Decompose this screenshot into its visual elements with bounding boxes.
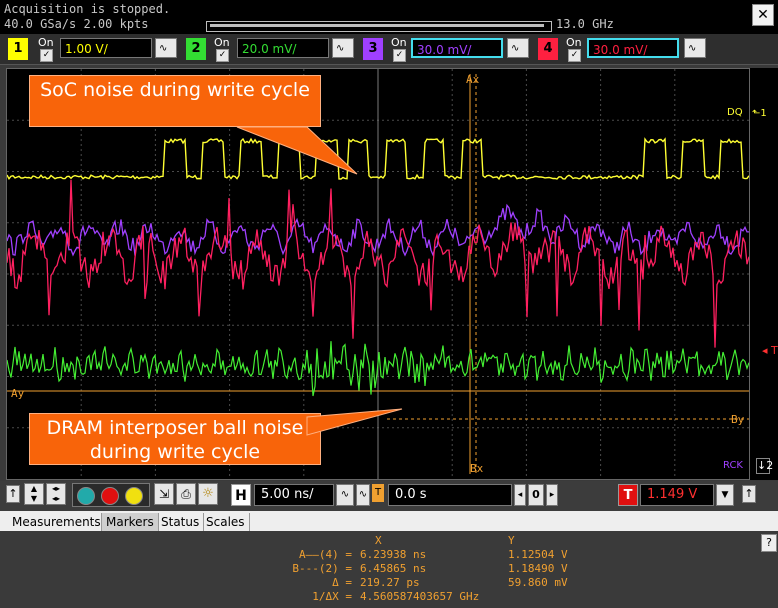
channel-3-wave-icon[interactable]: ∿: [507, 38, 529, 58]
delay-icon[interactable]: T: [372, 484, 384, 502]
close-icon[interactable]: ✕: [752, 4, 774, 26]
horizontal-nav[interactable]: ◂▸ ◂▸: [46, 483, 66, 505]
trigger-level-down-icon[interactable]: ▼: [716, 484, 734, 506]
channel-4-scale[interactable]: 30.0 mV/: [587, 38, 679, 58]
channel-3-scale[interactable]: 30.0 mV/: [411, 38, 503, 58]
tab-scales[interactable]: Scales: [202, 513, 250, 531]
bandwidth-fill: [210, 24, 544, 27]
run-controls: [72, 483, 150, 507]
channel-2-scale[interactable]: 20.0 mV/: [237, 38, 329, 58]
bandwidth-bar: [206, 21, 552, 32]
channel-3-checkbox[interactable]: ✓: [393, 49, 406, 62]
channel-1-checkbox[interactable]: ✓: [40, 49, 53, 62]
timebase-wave-icon[interactable]: ∿: [336, 484, 354, 506]
horizontal-label[interactable]: H: [231, 484, 251, 506]
control-bar: ↑ ▲ ▼ ◂▸ ◂▸ ⇲ ⎙ ☼ H 5.00 ns/ ∿ ∿ T 0.0 s…: [0, 481, 778, 511]
status-bar: Acquisition is stopped. 40.0 GSa/s 2.00 …: [0, 0, 778, 34]
channel-1-wave-icon[interactable]: ∿: [155, 38, 177, 58]
marker-b-label: B---(2) =: [292, 562, 352, 575]
marker-a-label: A——(4) =: [299, 548, 352, 561]
marker-a-y: 1.12504 V: [508, 548, 568, 561]
trigger-level-label: T: [771, 344, 778, 357]
marker-ax-label[interactable]: Ax: [466, 73, 479, 86]
marker-a-x: 6.23938 ns: [360, 548, 427, 561]
marker-by-label[interactable]: By: [731, 413, 744, 426]
ref-icon[interactable]: ↓2: [756, 458, 773, 474]
channel-row: 1 On ✓ 1.00 V/ ∿ 2 On ✓ 20.0 mV/ ∿ 3 On …: [0, 34, 778, 65]
marker-delta-label: Δ =: [332, 576, 352, 589]
timebase-scale[interactable]: 5.00 ns/: [254, 484, 334, 506]
nav-right-icon[interactable]: ◂▸: [47, 494, 65, 504]
channel-1-on-label: On: [38, 36, 54, 49]
timebase-ctrl-icon[interactable]: ∿: [356, 484, 370, 506]
channel-1-button[interactable]: 1: [8, 38, 28, 60]
ch1-level-icon[interactable]: ⬑1: [752, 108, 767, 119]
channel-4-checkbox[interactable]: ✓: [568, 49, 581, 62]
print-icon[interactable]: ⎙: [176, 483, 196, 505]
nav-up-icon[interactable]: ▲: [25, 484, 43, 494]
callout-dram-noise: DRAM interposer ball noise during write …: [29, 413, 321, 465]
tab-measurements[interactable]: Measurements: [8, 513, 106, 531]
right-sidebar: ⬑1 ◂ T ↓2: [750, 68, 778, 480]
acquisition-status: Acquisition is stopped.: [4, 2, 171, 16]
position-left-icon[interactable]: ◂: [514, 484, 526, 506]
channel-1-scale[interactable]: 1.00 V/: [60, 38, 152, 58]
markers-panel: X Y A——(4) = 6.23938 ns 1.12504 V B---(2…: [0, 531, 778, 608]
marker-b-x: 6.45865 ns: [360, 562, 427, 575]
trigger-level-icon[interactable]: ◂ T: [762, 344, 778, 357]
trigger-icon[interactable]: T: [618, 484, 638, 506]
tab-markers[interactable]: Markers: [101, 513, 159, 531]
marker-delta-x: 219.27 ps: [360, 576, 420, 589]
markers-header-x: X: [375, 534, 382, 547]
channel-2-on-label: On: [214, 36, 230, 49]
help-icon[interactable]: ?: [761, 534, 777, 552]
marker-b-y: 1.18490 V: [508, 562, 568, 575]
trigger-level[interactable]: 1.149 V: [640, 484, 714, 506]
channel-3-button[interactable]: 3: [363, 38, 383, 60]
waveform-display[interactable]: Ax Bx Ay By DQ RCK SoC noise during writ…: [6, 68, 750, 480]
trace-label-dq: DQ: [727, 107, 743, 118]
scroll-up-icon[interactable]: ↑: [6, 485, 20, 503]
expand-up-icon[interactable]: ↑: [742, 485, 756, 503]
position-zero[interactable]: 0: [528, 484, 544, 506]
single-button-icon[interactable]: [125, 487, 143, 505]
marker-bx-label[interactable]: Bx: [470, 462, 483, 475]
nav-left-icon[interactable]: ◂▸: [47, 484, 65, 494]
channel-2-checkbox[interactable]: ✓: [216, 49, 229, 62]
callout-soc-noise: SoC noise during write cycle: [29, 75, 321, 127]
tab-status[interactable]: Status: [157, 513, 205, 531]
bandwidth-value: 13.0 GHz: [556, 17, 614, 31]
channel-4-button[interactable]: 4: [538, 38, 558, 60]
run-button-icon[interactable]: [77, 487, 95, 505]
marker-delta-y: 59.860 mV: [508, 576, 568, 589]
marker-inv-x: 4.560587403657 GHz: [360, 590, 480, 603]
channel-3-on-label: On: [391, 36, 407, 49]
channel-2-button[interactable]: 2: [186, 38, 206, 60]
marker-inv-label: 1/ΔX =: [312, 590, 352, 603]
channel-4-wave-icon[interactable]: ∿: [684, 38, 706, 58]
horizontal-position[interactable]: 0.0 s: [388, 484, 512, 506]
autoscale-icon[interactable]: ⇲: [154, 483, 174, 505]
markers-header-y: Y: [508, 534, 515, 547]
trace-label-rck: RCK: [723, 460, 743, 471]
stop-button-icon[interactable]: [101, 487, 119, 505]
nav-down-icon[interactable]: ▼: [25, 494, 43, 504]
sample-rate: 40.0 GSa/s 2.00 kpts: [4, 17, 149, 31]
channel-2-wave-icon[interactable]: ∿: [332, 38, 354, 58]
channel-4-on-label: On: [566, 36, 582, 49]
marker-ay-label[interactable]: Ay: [11, 387, 24, 400]
brightness-icon[interactable]: ☼: [198, 483, 218, 505]
vertical-nav-up-down[interactable]: ▲ ▼: [24, 483, 44, 505]
position-right-icon[interactable]: ▸: [546, 484, 558, 506]
